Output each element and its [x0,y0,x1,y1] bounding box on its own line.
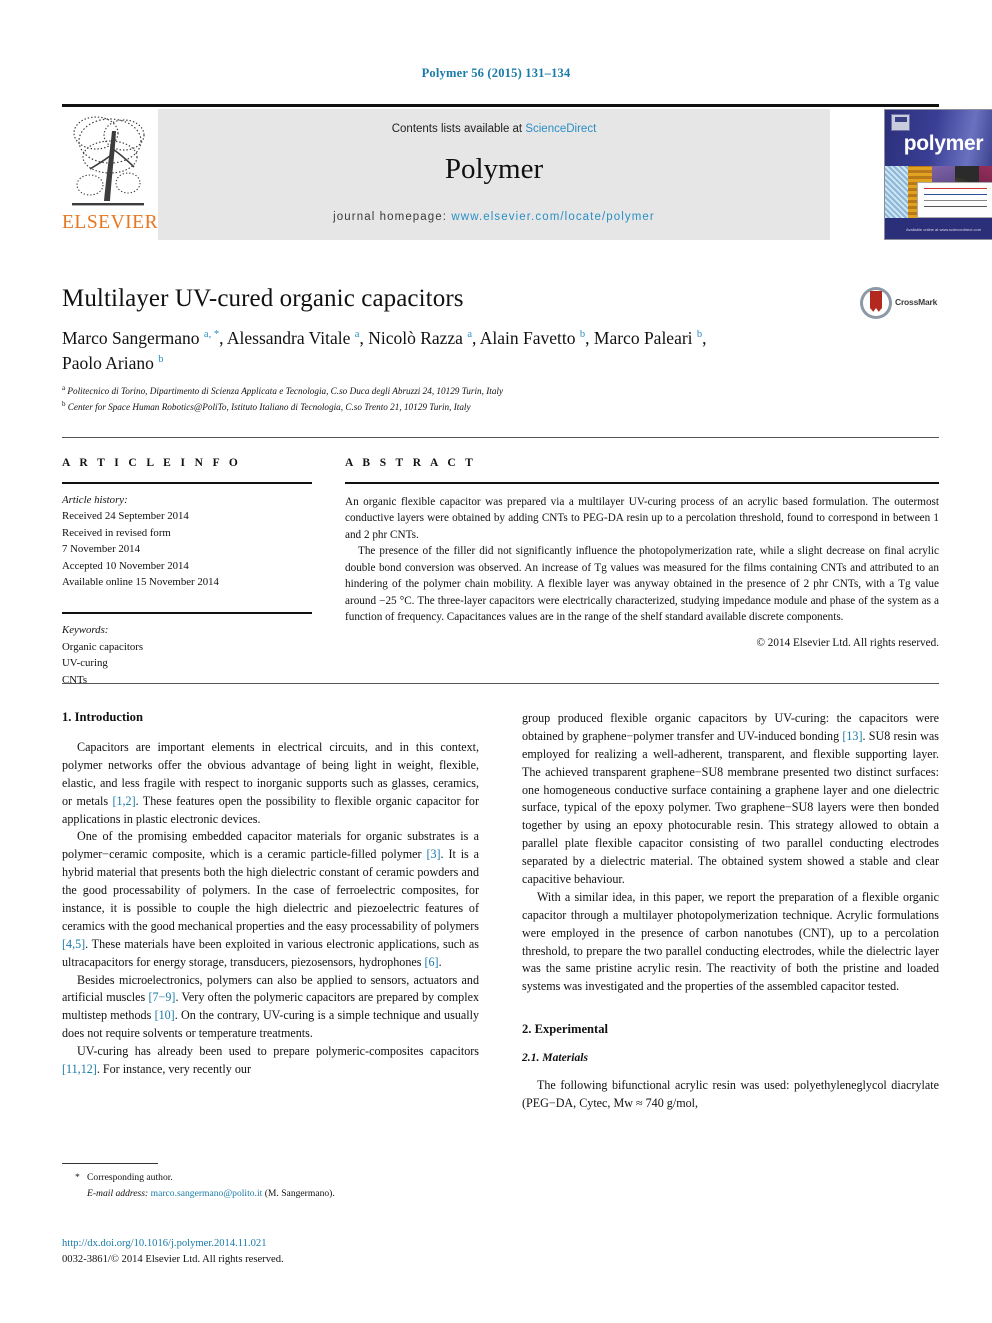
author-line-2: Paolo Ariano b [62,353,164,374]
masthead-top-rule [62,104,939,107]
cover-badge-icon [891,114,910,131]
crossmark-icon [860,287,892,319]
abstract-copyright: © 2014 Elsevier Ltd. All rights reserved… [756,636,940,649]
affiliation-b: b Center for Space Human Robotics@PoliTo… [62,399,471,413]
keyword-1: UV-curing [62,657,108,670]
email-link[interactable]: marco.sangermano@polito.it [151,1188,263,1199]
intro-paragraph-3: Besides microelectronics, polymers can a… [62,972,479,1041]
crossmark-label: CrossMark [895,297,938,307]
contents-line: Contents lists available at ScienceDirec… [158,123,830,135]
cover-title: polymer [903,132,984,155]
elsevier-logo: ELSEVIER [62,109,159,240]
issn-copyright: 0032-3861/© 2014 Elsevier Ltd. All right… [62,1254,284,1266]
cover-footer: Available online at www.sciencedirect.co… [905,227,982,232]
article-info-rule [62,482,312,484]
elsevier-tree-icon [72,116,145,206]
journal-cover-thumbnail[interactable]: polymer Available online at www.scienced… [884,109,992,240]
divider-above-abstract [62,437,939,438]
article-history-label: Article history: [62,494,128,506]
section-heading-introduction: 1. Introduction [62,710,143,724]
abstract-panel: A B S T R A C T An organic flexible capa… [345,457,939,649]
abstract-paragraph-2: The presence of the filler did not signi… [345,545,939,624]
masthead-banner: Contents lists available at ScienceDirec… [158,109,830,240]
abstract-paragraph-1: An organic flexible capacitor was prepar… [345,496,939,541]
homepage-label: journal homepage: [333,211,448,223]
doi-block: http://dx.doi.org/10.1016/j.polymer.2014… [62,1236,482,1269]
keywords-label: Keywords: [62,624,109,637]
affiliation-a: a Politecnico di Torino, Dipartimento di… [62,384,504,397]
article-info-heading: A R T I C L E I N F O [62,457,242,469]
history-1: Received in revised form [62,526,171,539]
email-note: E-mail address: marco.sangermano@polito.… [62,1186,462,1202]
body-column-right: group produced flexible organic capacito… [522,710,939,1113]
keywords-block: Keywords: Organic capacitors UV-curing C… [62,622,312,688]
intro-paragraph-1: Capacitors are important elements in ele… [62,740,479,826]
intro-paragraph-4: UV-curing has already been used to prepa… [62,1044,479,1077]
footnote-rule [62,1163,158,1164]
paper-page: Polymer 56 (2015) 131–134 ELSEVIER Conte… [0,0,992,1323]
author-line-1: Marco Sangermano a, *, Alessandra Vitale… [62,328,707,348]
divider-below-abstract [62,683,939,684]
doi-link[interactable]: http://dx.doi.org/10.1016/j.polymer.2014… [62,1238,267,1249]
subsection-heading-materials: 2.1. Materials [522,1051,589,1065]
email-label: E-mail address: [87,1187,149,1199]
affiliations: a Politecnico di Torino, Dipartimento di… [62,383,862,415]
author-list: Marco Sangermano a, *, Alessandra Vitale… [62,326,852,377]
intro-paragraph-4-continued: group produced flexible organic capacito… [522,711,939,887]
materials-paragraph-1: The following bifunctional acrylic resin… [522,1078,939,1111]
journal-title: Polymer [444,153,544,185]
corresponding-author-note: Corresponding author. [87,1172,173,1183]
intro-paragraph-2: One of the promising embedded capacitor … [62,829,479,969]
keyword-0: Organic capacitors [62,640,144,653]
journal-homepage-line: journal homepage: www.elsevier.com/locat… [158,211,830,223]
abstract-heading: A B S T R A C T [345,457,477,469]
article-info-panel: A R T I C L E I N F O Article history: R… [62,457,312,688]
footnote-star: * [75,1172,80,1183]
abstract-rule [345,482,939,484]
history-3: Accepted 10 November 2014 [62,559,189,572]
running-head: Polymer 56 (2015) 131–134 [421,66,571,80]
journal-masthead: ELSEVIER Contents lists available at Sci… [62,104,992,240]
history-2: 7 November 2014 [62,543,140,556]
email-suffix: (M. Sangermano). [264,1187,335,1199]
body-column-left: 1. Introduction Capacitors are important… [62,710,479,1079]
contents-prefix: Contents lists available at [391,123,526,135]
history-0: Received 24 September 2014 [62,510,189,523]
footnote-block: * Corresponding author. E-mail address: … [62,1170,462,1201]
crossmark-badge[interactable]: CrossMark [859,286,939,320]
sciencedirect-link[interactable]: ScienceDirect [525,123,596,135]
elsevier-wordmark: ELSEVIER [62,212,159,233]
page-title: Multilayer UV-cured organic capacitors [62,285,464,312]
section-heading-experimental: 2. Experimental [522,1022,609,1037]
journal-homepage-link[interactable]: www.elsevier.com/locate/polymer [451,211,654,223]
intro-paragraph-5: With a similar idea, in this paper, we r… [522,889,939,994]
article-history: Article history: Received 24 September 2… [62,492,312,590]
keywords-rule [62,612,312,615]
cover-chart-inset [917,182,992,218]
history-4: Available online 15 November 2014 [62,576,219,589]
